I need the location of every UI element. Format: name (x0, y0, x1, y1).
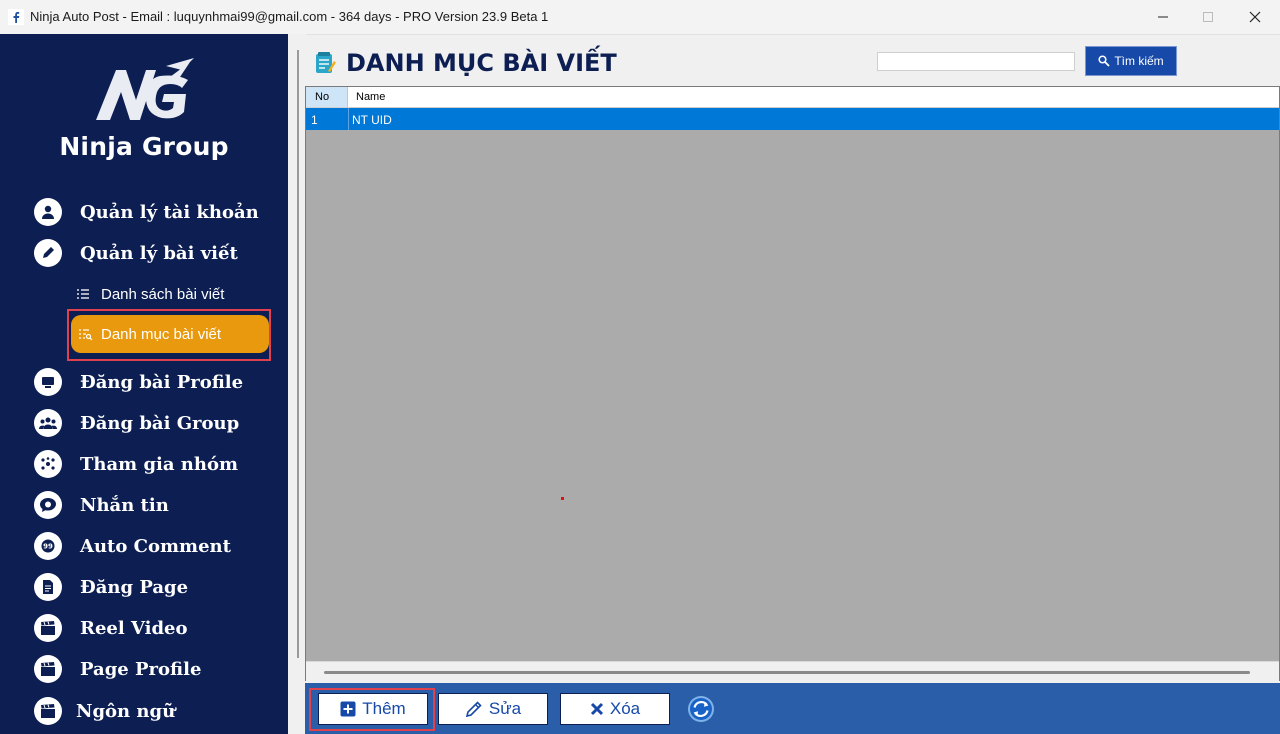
maximize-icon (1203, 12, 1213, 22)
clapperboard-icon (34, 614, 62, 642)
sidebar-item-label: Auto Comment (80, 535, 231, 557)
add-button[interactable]: Thêm (318, 693, 428, 725)
row-name-cell: NT UID (352, 113, 392, 127)
edit-button-label: Sửa (488, 699, 522, 718)
delete-button-label: Xóa (609, 699, 641, 718)
sidebar-item-post-management[interactable]: Quản lý bài viết (34, 237, 238, 269)
brand-name: Ninja Group (59, 132, 229, 161)
clapperboard-icon (34, 697, 62, 725)
bottom-toolbar: Thêm Sửa Xóa (305, 683, 1280, 734)
sidebar-subitem-label: Danh sách bài viết (101, 285, 225, 303)
sidebar-item-join-group[interactable]: Tham gia nhóm (34, 448, 238, 480)
horizontal-scrollbar[interactable] (306, 661, 1279, 681)
delete-button[interactable]: Xóa (560, 693, 670, 725)
sidebar-item-label: Quản lý bài viết (80, 242, 238, 264)
sidebar-item-label: Quản lý tài khoản (80, 201, 259, 223)
plus-icon (340, 701, 356, 717)
chat-icon (34, 491, 62, 519)
sidebar-subitem-post-list[interactable]: Danh sách bài viết (76, 282, 224, 306)
search-button-label: Tìm kiếm (1114, 54, 1164, 68)
sidebar-subitem-label: Danh mục bài viết (101, 325, 222, 343)
minimize-icon (1158, 16, 1168, 18)
column-header-no[interactable]: No (306, 87, 348, 107)
sidebar-item-label: Nhắn tin (80, 494, 169, 516)
sidebar-item-page-profile[interactable]: Page Profile (34, 653, 201, 685)
ninja-group-logo (96, 58, 194, 120)
row-no-cell: 1 (311, 113, 318, 127)
sidebar-subitem-post-category[interactable]: Danh mục bài viết (71, 315, 269, 353)
close-icon (1249, 11, 1261, 23)
pencil-icon (465, 701, 482, 718)
scrollbar-thumb[interactable] (324, 671, 1250, 674)
window-title: Ninja Auto Post - Email : luquynhmai99@g… (30, 9, 549, 24)
sidebar-item-label: Page Profile (80, 658, 202, 680)
search-icon (1098, 55, 1110, 67)
document-icon (34, 573, 62, 601)
list-search-icon (78, 328, 94, 341)
page-title: DANH MỤC BÀI VIẾT (346, 49, 617, 77)
table-header: No Name (306, 87, 1279, 108)
comment-icon: 99 (34, 532, 62, 560)
table-row[interactable]: 1 NT UID (306, 108, 1279, 130)
refresh-icon[interactable] (686, 694, 716, 724)
sidebar-item-label: Đăng Page (80, 576, 189, 598)
close-button[interactable] (1232, 0, 1278, 34)
category-table: No Name 1 NT UID (305, 86, 1280, 681)
cursor-dot (561, 497, 564, 500)
sidebar-item-label: Đăng bài Group (80, 412, 240, 434)
monitor-icon (34, 368, 62, 396)
add-button-label: Thêm (362, 699, 406, 718)
group-icon (34, 409, 62, 437)
sidebar: Ninja Group Quản lý tài khoản Quản lý bà… (0, 34, 288, 734)
cell-divider (348, 108, 349, 130)
sidebar-item-account-management[interactable]: Quản lý tài khoản (34, 196, 259, 228)
facebook-icon (8, 9, 24, 25)
list-icon (76, 288, 92, 300)
notepad-icon (316, 52, 336, 73)
vertical-scrollbar[interactable] (297, 50, 299, 658)
maximize-button[interactable] (1185, 0, 1231, 34)
x-icon (590, 702, 603, 716)
clapperboard-icon (34, 655, 62, 683)
sidebar-item-messaging[interactable]: Nhắn tin (34, 489, 169, 521)
sidebar-item-label: Ngôn ngữ (76, 700, 176, 722)
search-button[interactable]: Tìm kiếm (1085, 46, 1177, 76)
sidebar-item-language[interactable]: Ngôn ngữ (34, 695, 175, 727)
edit-button[interactable]: Sửa (438, 693, 548, 725)
sidebar-item-reel-video[interactable]: Reel Video (34, 612, 188, 644)
sidebar-item-post-profile[interactable]: Đăng bài Profile (34, 366, 243, 398)
title-bar: Ninja Auto Post - Email : luquynhmai99@g… (0, 0, 1280, 35)
sidebar-item-label: Tham gia nhóm (80, 453, 239, 475)
network-icon (34, 450, 62, 478)
user-icon (34, 198, 62, 226)
pen-icon (34, 239, 62, 267)
search-input[interactable] (877, 52, 1075, 71)
sidebar-item-auto-comment[interactable]: 99 Auto Comment (34, 530, 231, 562)
sidebar-item-post-page[interactable]: Đăng Page (34, 571, 188, 603)
sidebar-item-post-group[interactable]: Đăng bài Group (34, 407, 239, 439)
minimize-button[interactable] (1140, 0, 1186, 34)
sidebar-item-label: Reel Video (80, 617, 188, 639)
sidebar-item-label: Đăng bài Profile (80, 371, 244, 393)
svg-text:99: 99 (43, 543, 53, 551)
